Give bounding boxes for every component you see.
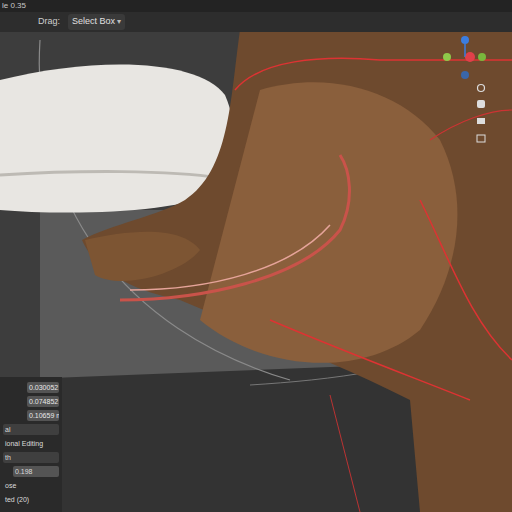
panel-row-label: 0.198 <box>15 467 33 476</box>
window-title: le 0.35 <box>2 1 26 11</box>
panel-row-label: ional Editing <box>5 439 43 448</box>
viewport[interactable]: 0.030052 m 0.074852 m 0.10659 m al ional Edi… <box>0 32 512 512</box>
value-text: 0.074852 m <box>29 397 59 406</box>
scene-render <box>0 32 512 512</box>
panel-row-label: th <box>5 453 11 462</box>
select-mode-dropdown[interactable]: Select Box▾ <box>68 14 125 30</box>
panel-row[interactable]: th <box>3 452 59 463</box>
value-field[interactable]: 0.074852 m <box>27 396 59 407</box>
viewport-toolbar: Drag: Select Box▾ <box>0 12 512 32</box>
operator-panel: 0.030052 m 0.074852 m 0.10659 m al ional Edi… <box>0 377 62 512</box>
panel-row: ional Editing <box>3 438 59 449</box>
value-field[interactable]: 0.030052 m <box>27 382 59 393</box>
title-bar: le 0.35 <box>0 0 512 12</box>
blender-window: le 0.35 Drag: Select Box▾ <box>0 0 512 512</box>
value-text: 0.10659 m <box>29 411 59 420</box>
drag-label: Drag: <box>38 15 60 29</box>
panel-row: ose <box>3 480 59 491</box>
dropdown-arrow-icon: ▾ <box>117 16 121 28</box>
select-mode-label: Select Box <box>72 15 115 29</box>
panel-row[interactable]: 0.198 <box>13 466 59 477</box>
panel-row-label: ted (20) <box>5 495 29 504</box>
value-text: 0.030052 m <box>29 383 59 392</box>
panel-row-label: ose <box>5 481 16 490</box>
value-field[interactable]: 0.10659 m <box>27 410 59 421</box>
panel-row: ted (20) <box>3 494 59 505</box>
panel-row-label: al <box>5 425 10 434</box>
panel-row[interactable]: al <box>3 424 59 435</box>
